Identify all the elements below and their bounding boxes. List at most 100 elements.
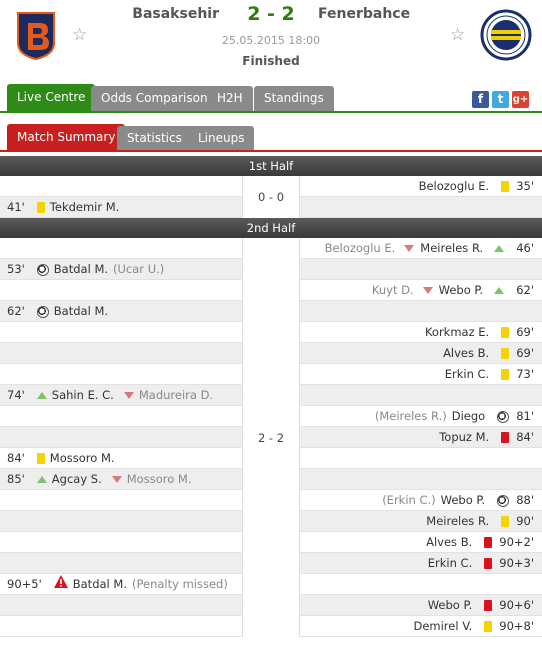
event-minute: 85' [7,472,25,486]
event-related-player[interactable]: Madureira D. [139,385,213,406]
away-event: (Meireles R.) Diego 81' [375,406,534,427]
away-event: Topuz M. 84' [439,427,534,448]
home-event: 85' Agcay S. Mossoro M. [7,469,191,490]
penalty-missed-icon [53,574,68,595]
sub-in-arrow-icon [36,392,47,399]
event-related-player[interactable]: (Penalty missed) [132,574,228,595]
event-player[interactable]: Batdal M. [54,301,108,322]
event-minute: 53' [7,262,25,276]
sub-out-arrow-icon [422,287,433,294]
event-minute: 74' [7,388,25,402]
event-minute: 62' [7,304,25,318]
home-event: 53' Batdal M. (Ucar U.) [7,259,164,280]
event-player[interactable]: Webo P. [439,280,484,301]
tab-statistics[interactable]: Statistics [117,126,192,150]
away-team-name[interactable]: Fenerbahce [318,6,410,22]
event-related-player[interactable]: (Ucar U.) [113,259,164,280]
sub-in-arrow-icon [36,476,47,483]
event-player[interactable]: Belozoglu E. [419,176,490,197]
goal-ball-icon [36,305,49,318]
away-event: Erkin C. 73' [445,364,534,385]
tab-lineups[interactable]: Lineups [188,126,255,150]
event-player[interactable]: Alves B. [426,532,472,553]
yellow-card-icon [501,369,510,380]
event-minute: 62' [516,283,534,297]
event-player[interactable]: Sahin E. C. [52,385,114,406]
event-minute: 90' [516,514,534,528]
red-card-icon [484,537,493,548]
event-minute: 69' [516,325,534,339]
match-timeline: 1st Half Belozoglu E. 35' 41' Tekdemir M. 0 … [0,156,542,637]
event-related-player[interactable]: Kuyt D. [372,280,414,301]
first-half-score: 0 - 0 [242,176,300,218]
away-event: Alves B. 90+2' [426,532,534,553]
facebook-icon[interactable]: f [472,91,489,108]
event-player[interactable]: Tekdemir M. [50,197,120,218]
first-half-events: Belozoglu E. 35' 41' Tekdemir M. 0 - 0 [0,176,542,218]
event-player[interactable]: Meireles R. [420,238,483,259]
event-minute: 90+5' [7,577,42,591]
away-event: Meireles R. 90' [426,511,534,532]
home-event: 62' Batdal M. [7,301,108,322]
event-player[interactable]: Batdal M. [73,574,127,595]
event-related-player[interactable]: Mossoro M. [127,469,192,490]
tab-match-summary[interactable]: Match Summary [7,124,126,150]
second-half-events: Belozoglu E. Meireles R. 46' 53' Batdal M. (U… [0,238,542,637]
away-event: Korkmaz E. 69' [425,322,534,343]
yellow-card-icon [501,348,510,359]
event-player[interactable]: Webo P. [441,490,486,511]
red-card-icon [501,432,510,443]
main-tabs: Live Centre Odds Comparison H2H Standing… [0,84,542,113]
event-related-player[interactable]: (Erkin C.) [382,490,435,511]
tab-live-centre[interactable]: Live Centre [7,84,96,111]
away-event: Belozoglu E. Meireles R. 46' [325,238,534,259]
home-event: 90+5' Batdal M. (Penalty missed) [7,574,228,595]
event-minute: 90+3' [499,556,534,570]
event-related-player[interactable]: Belozoglu E. [325,238,396,259]
event-player[interactable]: Erkin C. [428,553,472,574]
event-player[interactable]: Mossoro M. [50,448,115,469]
tab-h2h[interactable]: H2H [207,86,253,111]
goal-ball-icon [36,263,49,276]
match-status: Finished [242,54,300,68]
match-date: 25.05.2015 18:00 [221,34,321,47]
away-event: Webo P. 90+6' [428,595,534,616]
match-header: ☆ Basaksehir 2 - 2 Fenerbahce ☆ 25.05.20… [0,0,542,80]
twitter-icon[interactable]: t [492,91,509,108]
home-event: 74' Sahin E. C. Madureira D. [7,385,213,406]
event-player[interactable]: Webo P. [428,595,473,616]
sub-tabs: Match Summary Statistics Lineups [0,124,542,152]
event-player[interactable]: Demirel V. [413,616,472,637]
google-plus-icon[interactable]: g+ [512,91,529,108]
event-player[interactable]: Topuz M. [439,427,489,448]
event-player[interactable]: Agcay S. [52,469,102,490]
event-player[interactable]: Diego [452,406,485,427]
tab-standings[interactable]: Standings [254,86,334,111]
yellow-card-icon [501,327,510,338]
sub-in-arrow-icon [494,287,505,294]
event-player[interactable]: Erkin C. [445,364,489,385]
red-card-icon [484,558,493,569]
event-minute: 46' [516,241,534,255]
goal-ball-icon [497,494,510,507]
away-event: (Erkin C.) Webo P. 88' [382,490,534,511]
event-minute: 81' [516,409,534,423]
yellow-card-icon [501,516,510,527]
event-player[interactable]: Alves B. [443,343,489,364]
away-event: Kuyt D. Webo P. 62' [372,280,534,301]
event-player[interactable]: Meireles R. [426,511,489,532]
event-related-player[interactable]: (Meireles R.) [375,406,447,427]
event-minute: 90+2' [499,535,534,549]
yellow-card-icon [484,621,493,632]
away-event: Erkin C. 90+3' [428,553,534,574]
second-half-header: 2nd Half [0,218,542,238]
event-minute: 73' [516,367,534,381]
sub-out-arrow-icon [123,392,134,399]
event-minute: 84' [516,430,534,444]
event-player[interactable]: Korkmaz E. [425,322,489,343]
tab-odds-comparison[interactable]: Odds Comparison [91,86,218,111]
event-player[interactable]: Batdal M. [54,259,108,280]
match-score: 2 - 2 [247,3,295,25]
yellow-card-icon [501,181,510,192]
home-event: 41' Tekdemir M. [7,197,119,218]
